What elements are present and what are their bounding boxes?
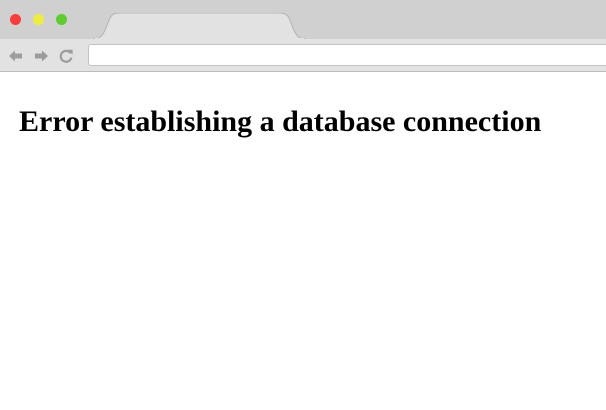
reload-button[interactable]	[58, 48, 74, 64]
reload-icon	[59, 49, 73, 63]
address-bar[interactable]	[88, 44, 606, 66]
toolbar	[0, 39, 606, 72]
tab-bar	[0, 0, 606, 39]
tab-shape	[93, 13, 306, 39]
browser-window: Error establishing a database connection	[0, 0, 606, 410]
arrow-left-icon	[9, 50, 22, 62]
maximize-window-button[interactable]	[56, 14, 67, 25]
minimize-window-button[interactable]	[33, 14, 44, 25]
error-heading: Error establishing a database connection	[19, 105, 542, 138]
arrow-right-icon	[35, 50, 48, 62]
back-button[interactable]	[8, 48, 24, 64]
close-window-button[interactable]	[10, 14, 21, 25]
page-content: Error establishing a database connection	[0, 72, 606, 410]
tab-active[interactable]	[93, 13, 306, 39]
forward-button[interactable]	[33, 48, 49, 64]
